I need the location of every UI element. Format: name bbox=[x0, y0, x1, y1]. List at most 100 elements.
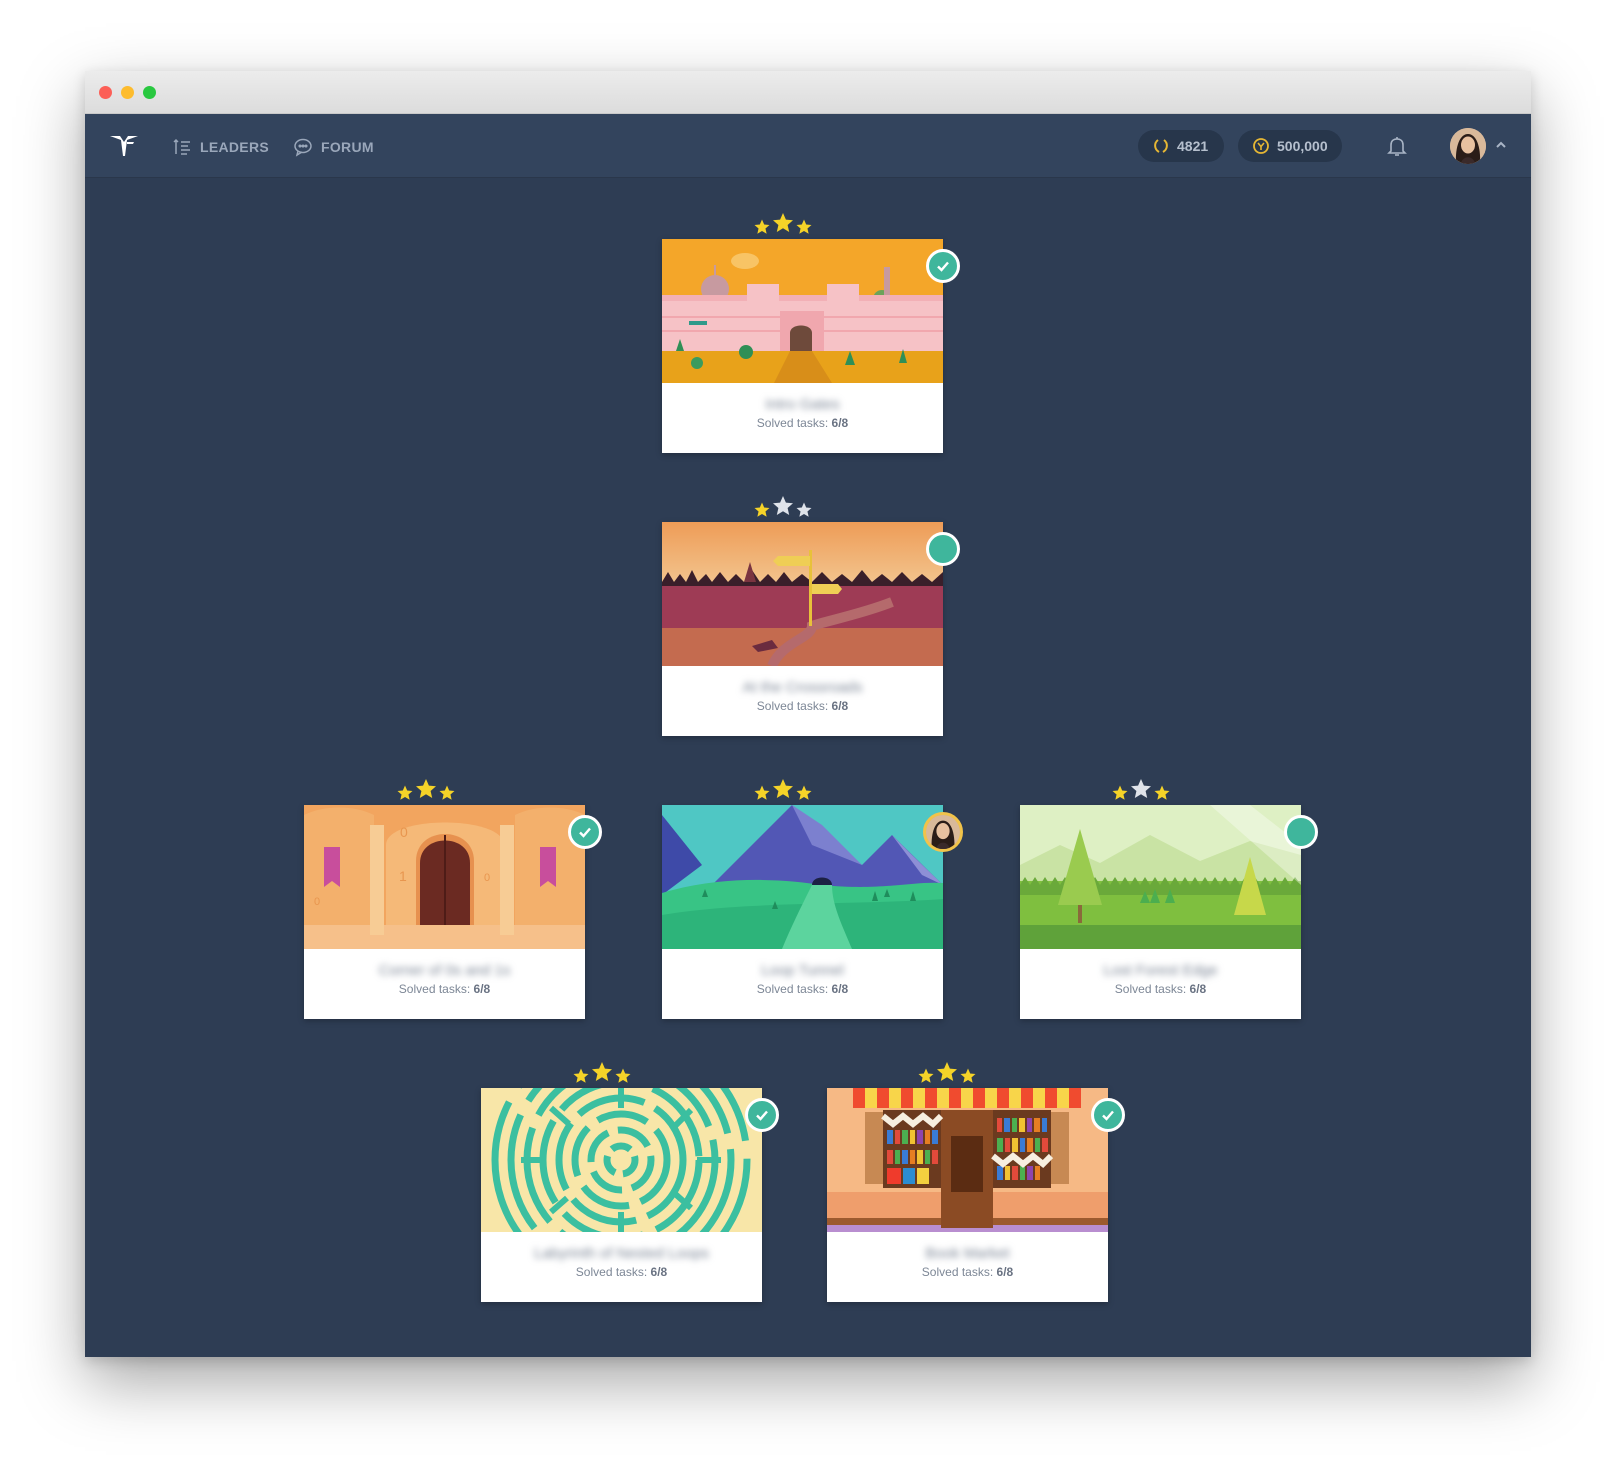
star-icon bbox=[416, 779, 436, 798]
level-name: Book Market bbox=[925, 1245, 1010, 1262]
tasks-value: 6/8 bbox=[650, 1265, 668, 1279]
nav-forum-label: FORUM bbox=[321, 139, 374, 155]
svg-text:0: 0 bbox=[484, 872, 490, 884]
star-icon bbox=[754, 785, 770, 800]
checkmark-icon bbox=[937, 261, 949, 272]
checkmark-icon bbox=[1102, 1110, 1114, 1121]
level-card-book-market[interactable]: Book Market Solved tasks: 6/8 bbox=[827, 1088, 1108, 1302]
tasks-label: Solved tasks: bbox=[921, 1265, 994, 1279]
close-window-button[interactable] bbox=[99, 86, 112, 99]
star-icon bbox=[796, 502, 812, 517]
logo-icon[interactable] bbox=[107, 128, 141, 162]
app-window: LEADERS FORUM 4821 500,000 Intro Gates S… bbox=[85, 71, 1531, 1357]
level-2-stars bbox=[751, 494, 815, 520]
star-icon bbox=[754, 219, 770, 234]
avatar-image bbox=[926, 815, 960, 849]
level-illustration-gate: 0 1 0 0 bbox=[304, 805, 585, 949]
star-icon bbox=[592, 1062, 612, 1081]
level-illustration-crossroads bbox=[662, 522, 943, 666]
level-tasks: Solved tasks: 6/8 bbox=[304, 982, 585, 996]
star-icon bbox=[773, 779, 793, 798]
level-5-stars bbox=[1109, 777, 1173, 803]
avatar-image bbox=[1450, 128, 1486, 164]
star-icon bbox=[796, 785, 812, 800]
level-tasks: Solved tasks: 6/8 bbox=[662, 982, 943, 996]
level-illustration-labyrinth bbox=[481, 1088, 762, 1232]
chevron-up-icon[interactable] bbox=[1494, 138, 1508, 152]
tasks-label: Solved tasks: bbox=[756, 699, 829, 713]
bell-icon[interactable] bbox=[1385, 134, 1409, 158]
level-illustration-forest bbox=[1020, 805, 1301, 949]
level-illustration-castle bbox=[662, 239, 943, 383]
level-card-intro-gates[interactable]: Intro Gates Solved tasks: 6/8 bbox=[662, 239, 943, 453]
level-tasks: Solved tasks: 6/8 bbox=[827, 1265, 1108, 1279]
tasks-label: Solved tasks: bbox=[398, 982, 471, 996]
level-card-lost-forest-edge[interactable]: Lost Forest Edge Solved tasks: 6/8 bbox=[1020, 805, 1301, 1019]
coins-value: 500,000 bbox=[1277, 138, 1328, 154]
level-name: Lost Forest Edge bbox=[1103, 962, 1218, 979]
star-icon bbox=[1154, 785, 1170, 800]
level-card-at-the-crossroads[interactable]: At the Crossroads Solved tasks: 6/8 bbox=[662, 522, 943, 736]
checkmark-icon bbox=[579, 827, 591, 838]
minimize-window-button[interactable] bbox=[121, 86, 134, 99]
level-tasks: Solved tasks: 6/8 bbox=[662, 699, 943, 713]
level-name: Intro Gates bbox=[765, 396, 840, 413]
svg-text:1: 1 bbox=[399, 868, 407, 884]
coin-icon bbox=[1253, 138, 1269, 154]
forum-icon bbox=[294, 138, 312, 157]
level-card-labyrinth-of-nested-loops[interactable]: Labyrinth of Nested Loops Solved tasks: … bbox=[481, 1088, 762, 1302]
level-card-loop-tunnel[interactable]: Loop Tunnel Solved tasks: 6/8 bbox=[662, 805, 943, 1019]
tasks-value: 6/8 bbox=[831, 416, 849, 430]
svg-text:0: 0 bbox=[314, 896, 320, 908]
level-tasks: Solved tasks: 6/8 bbox=[1020, 982, 1301, 996]
nav-leaders-label: LEADERS bbox=[200, 139, 269, 155]
svg-text:0: 0 bbox=[400, 824, 408, 840]
level-name: Loop Tunnel bbox=[761, 962, 844, 979]
nav-forum-link[interactable]: FORUM bbox=[293, 136, 374, 158]
leaders-icon bbox=[173, 138, 190, 155]
coins-pill[interactable]: 500,000 bbox=[1238, 130, 1342, 162]
star-icon bbox=[754, 502, 770, 517]
tasks-value: 6/8 bbox=[996, 1265, 1014, 1279]
completed-check-badge bbox=[1091, 1098, 1125, 1132]
star-icon bbox=[796, 219, 812, 234]
level-name: Labyrinth of Nested Loops bbox=[533, 1245, 710, 1262]
star-icon bbox=[439, 785, 455, 800]
level-illustration-book-market bbox=[827, 1088, 1108, 1232]
in-progress-badge bbox=[926, 532, 960, 566]
star-icon bbox=[773, 496, 793, 515]
tasks-value: 6/8 bbox=[831, 982, 849, 996]
level-tasks: Solved tasks: 6/8 bbox=[481, 1265, 762, 1279]
level-6-stars bbox=[570, 1060, 634, 1086]
completed-check-badge bbox=[745, 1098, 779, 1132]
star-icon bbox=[773, 213, 793, 232]
star-icon bbox=[397, 785, 413, 800]
level-3-stars bbox=[394, 777, 458, 803]
level-4-stars bbox=[751, 777, 815, 803]
tasks-value: 6/8 bbox=[473, 982, 491, 996]
top-navbar: LEADERS FORUM 4821 500,000 bbox=[85, 114, 1531, 178]
star-icon bbox=[918, 1068, 934, 1083]
tasks-value: 6/8 bbox=[1189, 982, 1207, 996]
level-7-stars bbox=[915, 1060, 979, 1086]
rating-pill[interactable]: 4821 bbox=[1138, 130, 1224, 162]
user-avatar[interactable] bbox=[1450, 128, 1486, 164]
star-icon bbox=[960, 1068, 976, 1083]
maximize-window-button[interactable] bbox=[143, 86, 156, 99]
checkmark-icon bbox=[756, 1110, 768, 1121]
level-name: Corner of 0s and 1s bbox=[378, 962, 511, 979]
laurel-icon bbox=[1154, 139, 1168, 153]
rating-value: 4821 bbox=[1177, 138, 1209, 154]
star-icon bbox=[1131, 779, 1151, 798]
window-titlebar bbox=[85, 71, 1531, 114]
completed-check-badge bbox=[926, 249, 960, 283]
tasks-label: Solved tasks: bbox=[575, 1265, 648, 1279]
tasks-label: Solved tasks: bbox=[756, 416, 829, 430]
star-icon bbox=[573, 1068, 589, 1083]
nav-leaders-link[interactable]: LEADERS bbox=[172, 136, 269, 158]
tasks-value: 6/8 bbox=[831, 699, 849, 713]
tasks-label: Solved tasks: bbox=[1114, 982, 1187, 996]
level-card-corner-of-0s-and-1s[interactable]: 0 1 0 0 Corner of 0s and 1s Solved tasks… bbox=[304, 805, 585, 1019]
completed-check-badge bbox=[568, 815, 602, 849]
star-icon bbox=[937, 1062, 957, 1081]
